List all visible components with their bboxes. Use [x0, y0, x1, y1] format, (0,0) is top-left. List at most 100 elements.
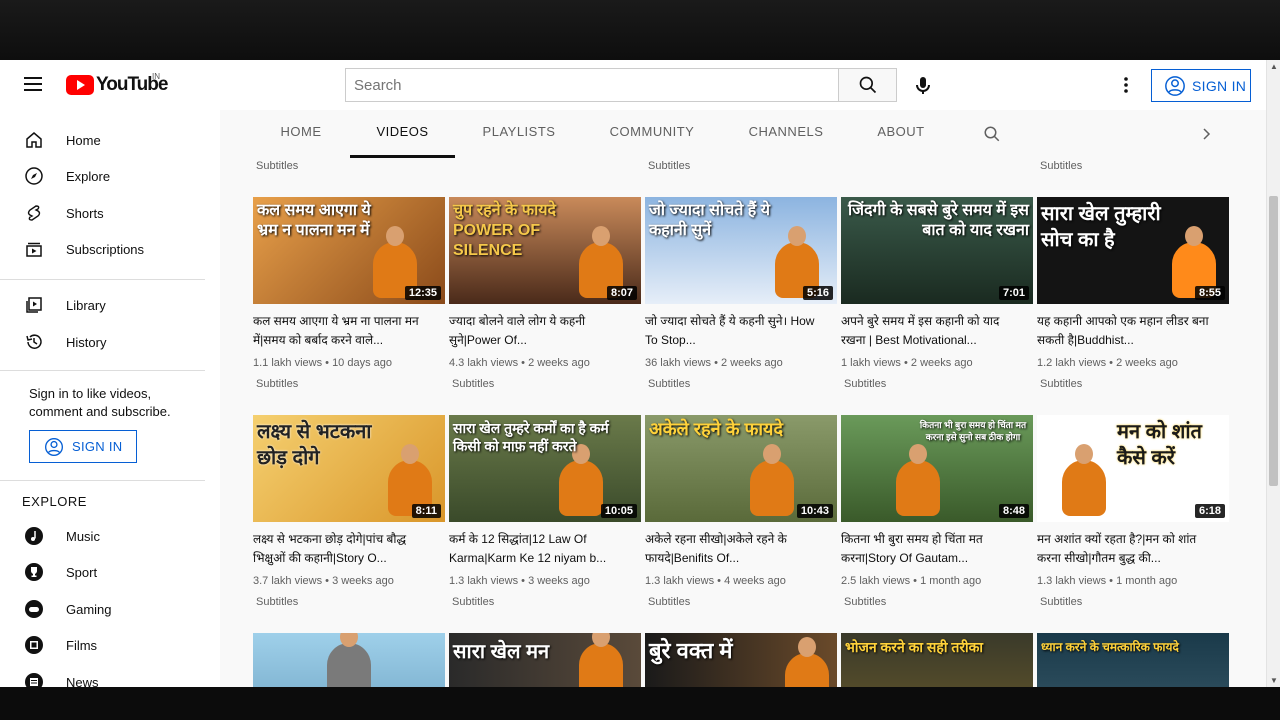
- video-meta: 36 lakh views • 2 weeks ago: [645, 357, 783, 369]
- thumbnail-text: सारा खेल तुम्हारी सोच का है: [1041, 203, 1161, 251]
- subtitles-badge: Subtitles: [452, 378, 495, 390]
- video-title[interactable]: लक्ष्य से भटकना छोड़ दोगे|पांच बौद्ध भिक…: [253, 530, 429, 568]
- sidebar-item-shorts[interactable]: Shorts: [0, 195, 205, 231]
- search-box: [345, 68, 839, 102]
- sidebar-divider: [0, 480, 205, 481]
- thumbnail-text: चुप रहने के फायदे POWER OF SILENCE: [453, 202, 557, 259]
- sidebar-item-music[interactable]: Music: [0, 518, 205, 554]
- more-options-button[interactable]: [1116, 75, 1136, 95]
- youtube-app: YouTube IN SIGN IN Home Explore: [0, 60, 1266, 687]
- video-meta: 3.7 lakh views • 3 weeks ago: [253, 575, 394, 587]
- page-scrollbar[interactable]: ▲ ▼: [1266, 60, 1280, 687]
- tab-videos[interactable]: VIDEOS: [350, 110, 455, 158]
- history-icon: [26, 334, 42, 349]
- sidebar-item-label: Films: [66, 637, 98, 653]
- sidebar-item-library[interactable]: Library: [0, 287, 205, 323]
- video-title[interactable]: कल समय आएगा ये भ्रम ना पालना मन में|समय …: [253, 312, 429, 350]
- subtitles-badge: Subtitles: [256, 378, 299, 390]
- sidebar-item-label: History: [66, 334, 107, 350]
- subscriptions-icon: [26, 242, 42, 257]
- search-input[interactable]: [346, 69, 838, 101]
- subtitles-badge: Subtitles: [648, 596, 691, 608]
- video-thumbnail[interactable]: ध्यान करने के चमत्कारिक फायदे: [1037, 633, 1229, 687]
- masthead: YouTube IN SIGN IN: [0, 60, 1266, 110]
- subtitles-badge: Subtitles: [1040, 596, 1083, 608]
- sidebar-item-sport[interactable]: Sport: [0, 554, 205, 590]
- tab-channels[interactable]: CHANNELS: [746, 110, 826, 158]
- upload-age: 3 weeks ago: [528, 575, 590, 587]
- video-thumbnail[interactable]: जिंदगी के सबसे बुरे समय में इस बात को या…: [841, 197, 1033, 304]
- sidebar-item-history[interactable]: History: [0, 324, 205, 360]
- video-title[interactable]: ज्यादा बोलने वाले लोग ये कहनी सुने|Power…: [449, 312, 625, 350]
- voice-search-button[interactable]: [908, 70, 938, 100]
- sign-in-button[interactable]: SIGN IN: [1151, 69, 1251, 102]
- video-title[interactable]: यह कहानी आपको एक महान लीडर बना सकती है|B…: [1037, 312, 1213, 350]
- video-meta: 1.3 lakh views • 1 month ago: [1037, 575, 1178, 587]
- video-duration: 6:18: [1194, 504, 1225, 518]
- sidebar-item-label: Music: [66, 528, 100, 544]
- video-thumbnail[interactable]: अकेले रहने के फायदे 10:43: [645, 415, 837, 522]
- upload-age: 4 weeks ago: [724, 575, 786, 587]
- sidebar-item-subscriptions[interactable]: Subscriptions: [0, 231, 205, 267]
- video-thumbnail[interactable]: कल समय आएगा ये भ्रम न पालना मन में 12:35: [253, 197, 445, 304]
- tab-playlists[interactable]: PLAYLISTS: [478, 110, 560, 158]
- video-thumbnail[interactable]: लक्ष्य से भटकना छोड़ दोगे 8:11: [253, 415, 445, 522]
- video-duration: 8:48: [998, 504, 1029, 518]
- sidebar-item-home[interactable]: Home: [0, 122, 205, 158]
- video-thumbnail[interactable]: सारा खेल तुम्हरे कर्मों का है कर्म किसी …: [449, 415, 641, 522]
- video-thumbnail[interactable]: कितना भी बुरा समय हो चिंता मत करना इसे स…: [841, 415, 1033, 522]
- video-title[interactable]: कितना भी बुरा समय हो चिंता मत करना|Story…: [841, 530, 1017, 568]
- thumbnail-text: ध्यान करने के चमत्कारिक फायदे: [1041, 640, 1179, 654]
- video-thumbnail[interactable]: सारा खेल मन: [449, 633, 641, 687]
- browser-bottom-band: [0, 687, 1280, 720]
- sidebar-sign-in-button[interactable]: SIGN IN: [29, 430, 137, 463]
- video-thumbnail[interactable]: चुप रहने के फायदे POWER OF SILENCE 8:07: [449, 197, 641, 304]
- subtitles-badge: Subtitles: [648, 160, 691, 172]
- search-button[interactable]: [838, 68, 897, 102]
- sidebar-item-news[interactable]: News: [0, 664, 205, 687]
- compass-icon: [25, 167, 43, 185]
- video-meta: 1.2 lakh views • 2 weeks ago: [1037, 357, 1178, 369]
- thumbnail-text: लक्ष्य से भटकना छोड़ दोगे: [257, 421, 372, 469]
- video-duration: 7:01: [998, 286, 1029, 300]
- sidebar-item-explore[interactable]: Explore: [0, 158, 205, 194]
- tab-home[interactable]: HOME: [272, 110, 330, 158]
- upload-age: 3 weeks ago: [332, 575, 394, 587]
- view-count: 2.5 lakh views: [841, 575, 911, 587]
- home-icon: [26, 132, 42, 148]
- channel-search-icon[interactable]: [983, 125, 1001, 143]
- youtube-logo[interactable]: YouTube IN: [66, 72, 168, 96]
- scroll-up-icon[interactable]: ▲: [1267, 62, 1280, 71]
- sign-in-label: SIGN IN: [72, 439, 123, 454]
- chevron-right-icon[interactable]: [1200, 127, 1214, 141]
- video-title[interactable]: अकेले रहना सीखो|अकेले रहने के फायदे|Beni…: [645, 530, 821, 568]
- thumbnail-text: भोजन करने का सही तरीका: [845, 639, 984, 655]
- video-title[interactable]: जो ज्यादा सोचते हैं ये कहनी सुने। How To…: [645, 312, 821, 350]
- video-thumbnail[interactable]: मन को शांत कैसे करें 6:18: [1037, 415, 1229, 522]
- scroll-down-icon[interactable]: ▼: [1267, 676, 1280, 685]
- video-title[interactable]: कर्म के 12 सिद्धांत|12 Law Of Karma|Karm…: [449, 530, 625, 568]
- menu-icon[interactable]: [24, 77, 42, 91]
- video-thumbnail[interactable]: [253, 633, 445, 687]
- subtitles-badge: Subtitles: [1040, 160, 1083, 172]
- video-thumbnail[interactable]: जो ज्यादा सोचते हैं ये कहानी सुनें 5:16: [645, 197, 837, 304]
- video-thumbnail[interactable]: बुरे वक्त में: [645, 633, 837, 687]
- video-title[interactable]: अपने बुरे समय में इस कहानी को याद रखना |…: [841, 312, 1017, 350]
- video-thumbnail[interactable]: भोजन करने का सही तरीका: [841, 633, 1033, 687]
- country-code: IN: [152, 72, 160, 81]
- account-icon: [45, 437, 63, 456]
- sidebar-item-films[interactable]: Films: [0, 627, 205, 663]
- tab-community[interactable]: COMMUNITY: [608, 110, 696, 158]
- news-icon: [25, 673, 43, 687]
- sidebar-item-gaming[interactable]: Gaming: [0, 591, 205, 627]
- thumbnail-text: सारा खेल तुम्हरे कर्मों का है कर्म किसी …: [453, 420, 609, 454]
- tab-about[interactable]: ABOUT: [875, 110, 927, 158]
- scrollbar-thumb[interactable]: [1269, 196, 1278, 486]
- browser-top-band: [0, 0, 1280, 60]
- upload-age: 1 month ago: [920, 575, 982, 587]
- video-meta: 1.1 lakh views • 10 days ago: [253, 357, 392, 369]
- video-thumbnail[interactable]: सारा खेल तुम्हारी सोच का है 8:55: [1037, 197, 1229, 304]
- upload-age: 10 days ago: [332, 357, 392, 369]
- thumbnail-text: जिंदगी के सबसे बुरे समय में इस बात को या…: [848, 202, 1029, 239]
- video-title[interactable]: मन अशांत क्यों रहता है?|मन को शांत करना …: [1037, 530, 1213, 568]
